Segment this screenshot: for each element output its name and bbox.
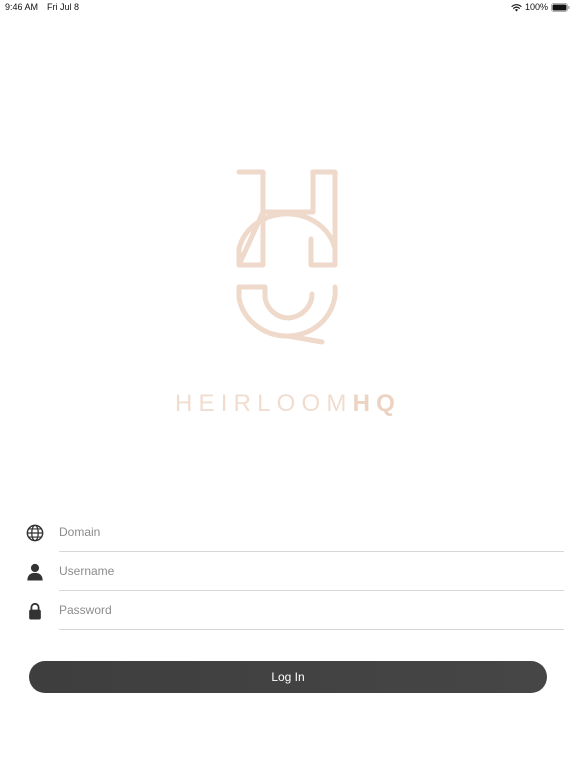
person-icon — [27, 563, 43, 581]
globe-icon — [26, 524, 44, 542]
battery-icon — [551, 2, 570, 12]
logo-word-light: HEIRLOOM — [174, 390, 353, 417]
heirloom-logo-icon — [236, 169, 338, 345]
password-divider — [59, 629, 564, 630]
lock-icon — [29, 602, 41, 620]
wifi-icon — [511, 3, 522, 11]
domain-field[interactable] — [59, 520, 559, 544]
status-date: Fri Jul 8 — [47, 2, 80, 12]
username-divider — [59, 590, 564, 591]
logo-wordmark: HEIRLOOMHQ — [0, 391, 576, 417]
domain-divider — [59, 551, 564, 552]
password-field[interactable] — [59, 598, 559, 622]
battery-percent: 100% — [524, 2, 548, 12]
login-screen: 9:46 AM Fri Jul 8 100% HEIRLOOMHQ Domain… — [0, 0, 576, 768]
status-bar: 9:46 AM Fri Jul 8 100% — [0, 0, 576, 16]
status-right: 100% — [511, 2, 570, 12]
username-row — [0, 553, 576, 591]
login-button[interactable]: Log In — [29, 661, 547, 693]
username-field[interactable] — [59, 559, 559, 583]
logo-word-bold: HQ — [352, 390, 402, 417]
domain-row — [0, 514, 576, 552]
password-row — [0, 592, 576, 630]
status-time: 9:46 AM — [5, 2, 39, 12]
